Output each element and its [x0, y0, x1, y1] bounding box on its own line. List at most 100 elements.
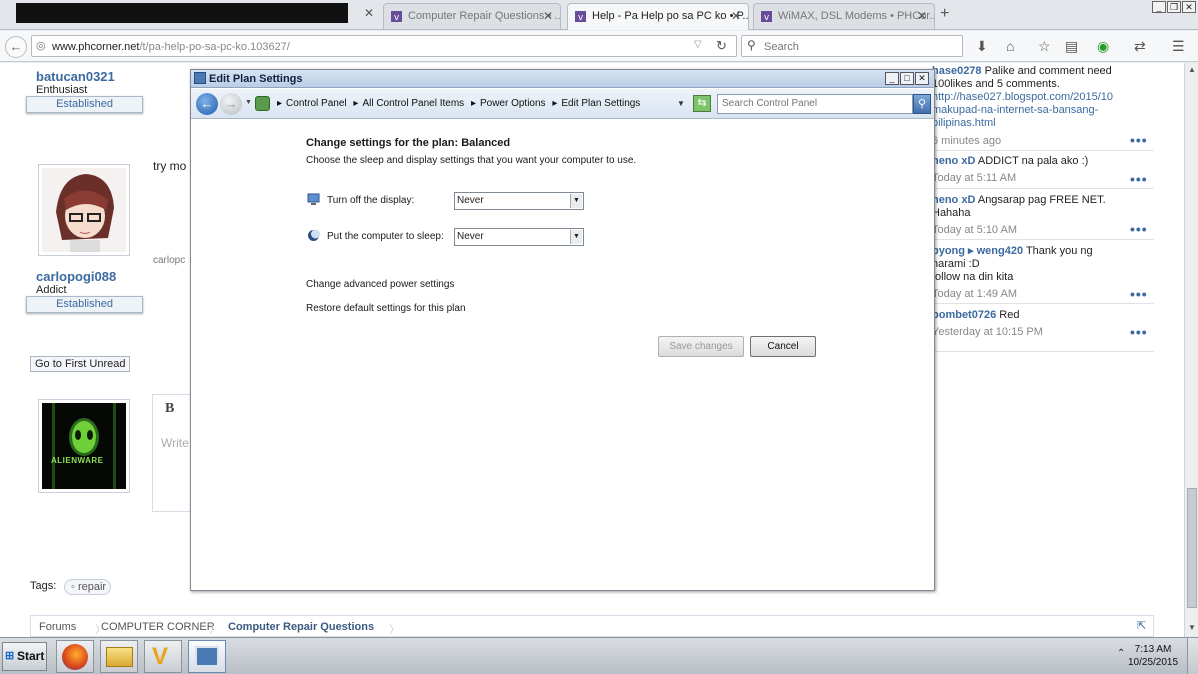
- taskbar: ⊞ Start V ⌃ 7:13 AM 10/25/2015: [0, 637, 1198, 674]
- divider: [932, 150, 1154, 151]
- status-user[interactable]: heno xD: [932, 155, 975, 167]
- maximize-icon[interactable]: □: [900, 72, 914, 85]
- crumb-edit-plan[interactable]: Edit Plan Settings: [561, 98, 640, 109]
- firefox-taskbar-button[interactable]: [56, 640, 94, 673]
- crumb-power-options[interactable]: Power Options: [480, 98, 546, 109]
- jump-icon[interactable]: ⇱: [1137, 619, 1146, 632]
- crumb-chevron-icon[interactable]: ▸: [277, 98, 282, 109]
- more-icon[interactable]: •••: [1130, 324, 1148, 340]
- more-icon[interactable]: •••: [1130, 132, 1148, 148]
- home-icon[interactable]: ⌂: [1006, 39, 1014, 53]
- system-clock[interactable]: 7:13 AM 10/25/2015: [1128, 643, 1178, 669]
- status-text: ADDICT na pala ako :): [975, 155, 1089, 167]
- tab-close-icon[interactable]: ✕: [364, 6, 374, 20]
- tab-help-pc[interactable]: v Help - Pa Help po sa PC ko • P... ✕: [567, 3, 749, 30]
- tab-close-icon[interactable]: ✕: [731, 9, 741, 23]
- tab-close-icon[interactable]: ✕: [917, 9, 927, 23]
- status-user[interactable]: hase0278: [932, 65, 982, 77]
- scroll-up-icon[interactable]: ▲: [1188, 65, 1196, 74]
- crumb-chevron-icon[interactable]: ▸: [552, 98, 557, 109]
- back-icon[interactable]: ←: [196, 93, 218, 115]
- sleep-timeout-select[interactable]: Never ▼: [454, 228, 584, 246]
- minimize-icon[interactable]: _: [885, 72, 899, 85]
- start-button[interactable]: ⊞ Start: [2, 642, 47, 671]
- close-icon[interactable]: ✕: [915, 72, 929, 85]
- close-window-icon[interactable]: ✕: [1182, 1, 1196, 13]
- more-icon[interactable]: •••: [1130, 221, 1148, 237]
- crumb-chevron-icon[interactable]: ▸: [471, 98, 476, 109]
- bookmark-star-icon[interactable]: ☆: [1038, 39, 1051, 53]
- windows-logo-icon: ⊞: [5, 650, 15, 662]
- explorer-taskbar-button[interactable]: [100, 640, 138, 673]
- back-icon[interactable]: ←: [5, 36, 27, 58]
- advanced-settings-link[interactable]: Change advanced power settings: [306, 279, 454, 290]
- search-icon[interactable]: ⚲: [913, 94, 931, 114]
- scroll-down-icon[interactable]: ▼: [1188, 623, 1196, 632]
- control-panel-search-box[interactable]: [717, 94, 913, 114]
- cancel-button[interactable]: Cancel: [750, 336, 816, 357]
- username-link[interactable]: carlopogi088: [36, 269, 116, 284]
- status-time: Today at 5:11 AM: [932, 172, 1017, 184]
- control-panel-search-input[interactable]: [722, 98, 908, 109]
- url-bar[interactable]: ◎ www.phcorner.net/t/pa-help-po-sa-pc-ko…: [31, 35, 737, 57]
- addon-icon[interactable]: ◉: [1097, 39, 1109, 53]
- tab-label: Help - Pa Help po sa PC ko • P...: [592, 10, 749, 22]
- show-desktop-button[interactable]: [1187, 638, 1198, 674]
- dropdown-icon[interactable]: ▽: [694, 39, 702, 50]
- username-link[interactable]: batucan0321: [36, 69, 115, 84]
- scroll-thumb[interactable]: [1187, 488, 1197, 608]
- display-timeout-select[interactable]: Never ▼: [454, 192, 584, 210]
- tag-link[interactable]: ◦ repair: [64, 579, 112, 595]
- reading-list-icon[interactable]: ▤: [1065, 39, 1078, 53]
- page-scrollbar[interactable]: ▲ ▼: [1184, 63, 1198, 637]
- status-user[interactable]: bombet0726: [932, 309, 996, 321]
- status-link[interactable]: pilipinas.html: [932, 117, 996, 129]
- more-icon[interactable]: •••: [1130, 286, 1148, 302]
- crumb-all-items[interactable]: All Control Panel Items: [362, 98, 464, 109]
- reload-icon[interactable]: ↻: [716, 38, 727, 54]
- sync-icon[interactable]: ⇄: [1134, 39, 1146, 53]
- minimize-icon[interactable]: _: [1152, 1, 1166, 13]
- crumb-separator: 〉: [209, 624, 220, 636]
- breadcrumb: Forums 〉 COMPUTER CORNER 〉 Computer Repa…: [30, 615, 1154, 637]
- user-role: Enthusiast: [36, 84, 88, 96]
- avatar[interactable]: [38, 164, 130, 256]
- refresh-icon[interactable]: ⇆: [693, 95, 711, 112]
- control-panel-taskbar-button[interactable]: [188, 640, 226, 673]
- go-first-unread-button[interactable]: Go to First Unread: [30, 356, 131, 372]
- tab-computer-repair[interactable]: v Computer Repair Questions • ... ✕: [383, 3, 561, 29]
- status-user[interactable]: heno xD: [932, 194, 975, 206]
- restore-icon[interactable]: ❐: [1167, 1, 1181, 13]
- status-user[interactable]: byong ▸ weng420: [932, 245, 1023, 257]
- tray-expand-icon[interactable]: ⌃: [1117, 648, 1125, 659]
- status-link[interactable]: http://hase027.blogspot.com/2015/10: [932, 91, 1113, 103]
- phcorner-favicon-icon: v: [575, 11, 586, 23]
- crumb-computer-corner[interactable]: COMPUTER CORNER: [101, 621, 215, 633]
- save-changes-button[interactable]: Save changes: [658, 336, 744, 357]
- status-link[interactable]: makupad-na-internet-sa-bansang-: [932, 104, 1098, 116]
- crumb-computer-repair[interactable]: Computer Repair Questions: [228, 621, 374, 633]
- window-title-bar[interactable]: Edit Plan Settings _ □ ✕: [191, 70, 934, 88]
- editor-box[interactable]: B Write: [152, 394, 192, 512]
- status-badge: Established: [26, 296, 143, 313]
- forward-icon[interactable]: →: [220, 93, 242, 115]
- menu-icon[interactable]: ☰: [1172, 39, 1185, 53]
- address-dropdown-icon[interactable]: ▼: [677, 99, 685, 108]
- browser-search-box[interactable]: ⚲: [741, 35, 963, 57]
- page-subtitle: Choose the sleep and display settings th…: [306, 155, 637, 166]
- new-tab-icon[interactable]: +: [940, 5, 949, 23]
- download-icon[interactable]: ⬇: [976, 39, 988, 53]
- tab-close-icon[interactable]: ✕: [543, 9, 553, 23]
- crumb-chevron-icon[interactable]: ▸: [353, 98, 358, 109]
- browser-search-input[interactable]: [764, 39, 954, 54]
- crumb-forums[interactable]: Forums: [39, 621, 76, 633]
- crumb-control-panel[interactable]: Control Panel: [286, 98, 347, 109]
- vlc-taskbar-button[interactable]: V: [144, 640, 182, 673]
- bold-button[interactable]: B: [165, 401, 174, 417]
- history-dropdown-icon[interactable]: ▼: [245, 99, 252, 106]
- avatar[interactable]: ALIENWARE: [38, 399, 130, 493]
- more-icon[interactable]: •••: [1130, 171, 1148, 187]
- signature-snippet: carlopc: [153, 255, 186, 266]
- tab-wimax[interactable]: v WiMAX, DSL Modems • PHCor... ✕: [753, 3, 935, 29]
- restore-defaults-link[interactable]: Restore default settings for this plan: [306, 303, 466, 314]
